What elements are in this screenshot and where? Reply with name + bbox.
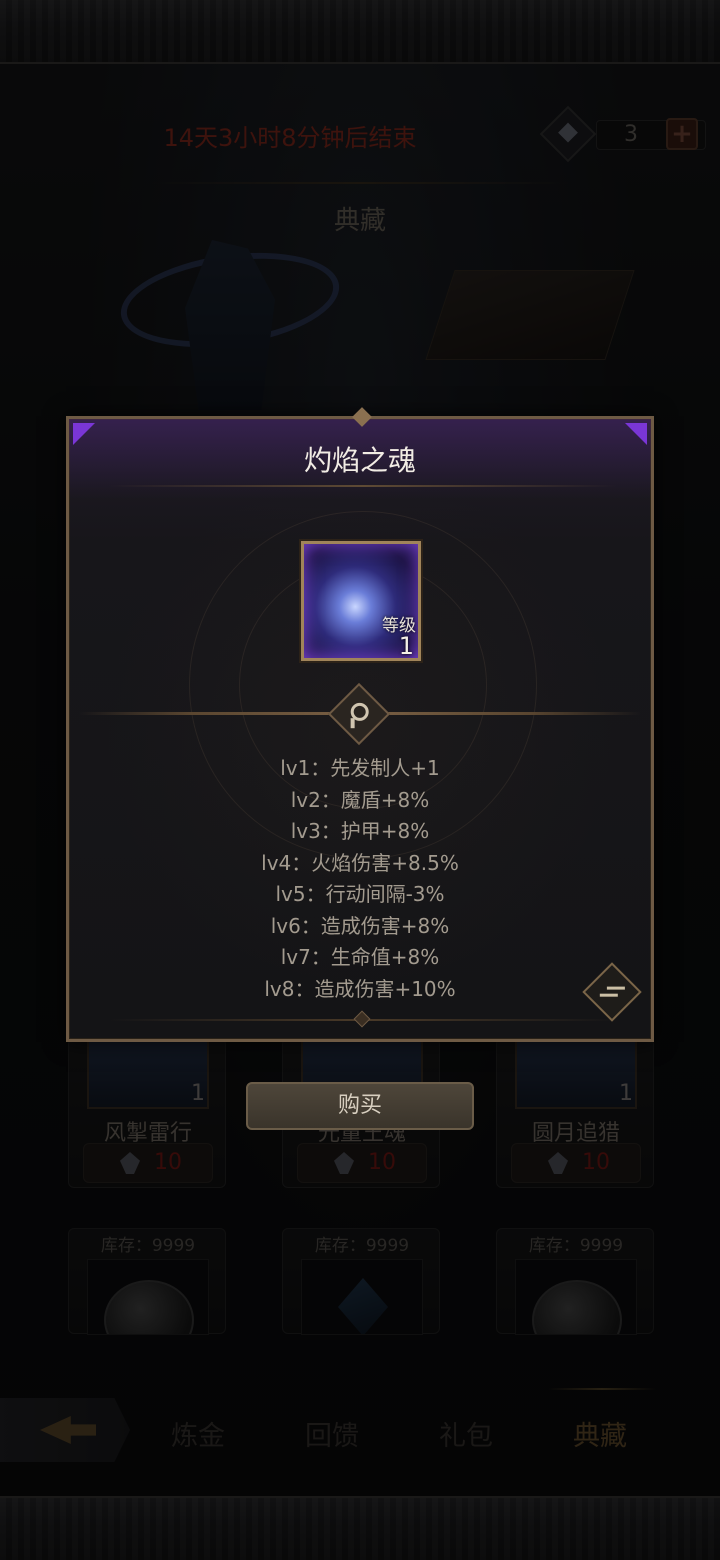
banner-book-illustration [425, 270, 635, 360]
item-thumbnail [301, 1259, 423, 1335]
level-bonus-list: lv1：先发制人+1 lv2：魔盾+8% lv3：护甲+8% lv4：火焰伤害+… [69, 753, 651, 1005]
shop-item-card[interactable]: 1 圆月追猎 10 [496, 1038, 654, 1188]
price-button[interactable]: 10 [511, 1143, 641, 1183]
level-bonus-row: lv6：造成伤害+8% [270, 913, 450, 938]
level-value: 1 [398, 632, 414, 660]
stock-label: 库存：9999 [314, 1236, 410, 1256]
level-bonus-row: lv3：护甲+8% [290, 819, 430, 843]
magnifier-handle [350, 718, 355, 729]
frame-ornament [353, 1010, 371, 1028]
crystal-icon [539, 105, 597, 163]
stock-item-card[interactable]: 库存：9999 [496, 1228, 654, 1335]
level-bonus-row: lv4：火焰伤害+8.5% [261, 850, 459, 875]
level-bonus-row: lv7：生命值+8% [280, 945, 440, 969]
item-thumbnail [515, 1259, 637, 1335]
tab-gift-pack[interactable]: 礼包 [406, 1414, 526, 1453]
add-currency-button[interactable]: + [666, 118, 698, 150]
tab-alchemy[interactable]: 炼金 [138, 1414, 258, 1453]
coin-icon [532, 1280, 622, 1334]
stock-item-card[interactable]: 库存：9999 [68, 1228, 226, 1335]
item-icon: 等级 1 [301, 541, 421, 661]
crystal-icon [120, 1152, 140, 1174]
back-arrow-icon [40, 1416, 96, 1444]
stock-item-card[interactable]: 库存：9999 [282, 1228, 440, 1335]
price-button[interactable]: 10 [83, 1143, 213, 1183]
level-bonus-row: lv5：行动间隔-3% [275, 882, 445, 906]
section-title: 典藏 [333, 206, 386, 236]
scroll-icon-line [606, 986, 625, 990]
crystal-icon [338, 1278, 388, 1334]
back-button[interactable] [0, 1398, 130, 1462]
modal-title: 灼焰之魂 [303, 444, 416, 477]
price-value: 10 [154, 1150, 182, 1175]
stock-label: 库存：9999 [528, 1236, 624, 1256]
scroll-icon-line [599, 993, 618, 997]
level-bonus-row: lv1：先发制人+1 [280, 756, 440, 780]
item-level: 1 [191, 1081, 205, 1106]
stock-label: 库存：9999 [100, 1236, 196, 1256]
bottom-frame [0, 1496, 720, 1560]
buy-button[interactable]: 购买 [246, 1082, 474, 1130]
tab-rewards[interactable]: 回馈 [272, 1414, 392, 1453]
crystal-icon [334, 1152, 354, 1174]
section-divider [150, 182, 570, 184]
item-level: 1 [619, 1081, 633, 1106]
top-frame [0, 0, 720, 64]
crystal-icon [548, 1152, 568, 1174]
level-bonus-row: lv2：魔盾+8% [290, 787, 430, 812]
item-thumbnail [87, 1259, 209, 1335]
shop-item-card[interactable]: 1 风掣雷行 10 [68, 1038, 226, 1188]
title-divider [109, 485, 617, 487]
active-tab-indicator [548, 1388, 656, 1390]
bottom-nav: 炼金 回馈 礼包 典藏 [0, 1388, 720, 1472]
currency-display: 3 + [539, 105, 706, 163]
level-bonus-row: lv8：造成伤害+10% [264, 976, 456, 1001]
item-detail-modal: 灼焰之魂 等级 1 lv1：先发制人+1 lv2：魔盾+8% lv3：护甲+8%… [66, 407, 654, 1042]
price-value: 10 [582, 1150, 610, 1175]
tab-collection[interactable]: 典藏 [540, 1414, 660, 1453]
coin-icon [104, 1280, 194, 1334]
price-button[interactable]: 10 [297, 1143, 427, 1183]
price-value: 10 [368, 1150, 396, 1175]
